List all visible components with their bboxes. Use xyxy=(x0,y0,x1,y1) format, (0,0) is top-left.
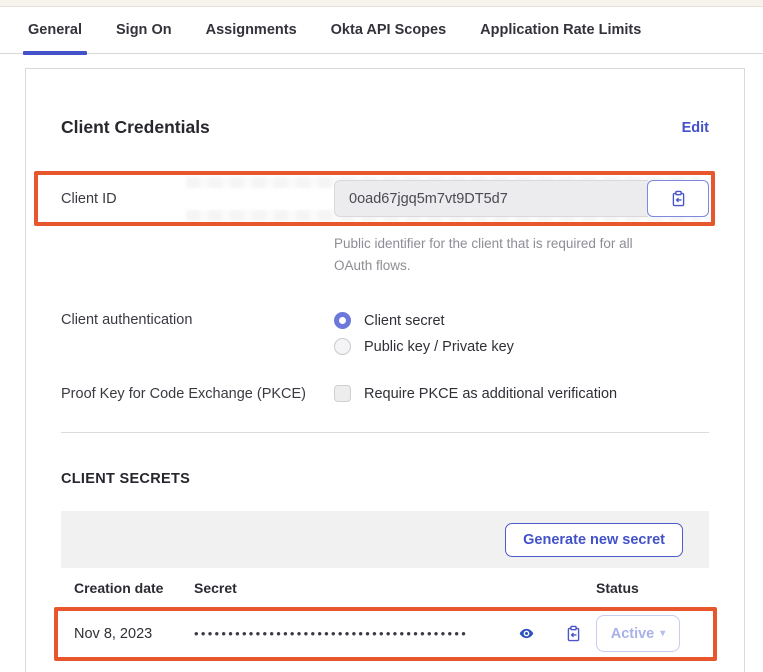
pkce-label: Proof Key for Code Exchange (PKCE) xyxy=(61,386,334,402)
pkce-checkbox-option[interactable]: Require PKCE as additional verification xyxy=(334,385,617,402)
client-id-input[interactable] xyxy=(334,180,648,217)
client-secrets-table: Generate new secret Creation date Secret… xyxy=(61,511,709,658)
tab-general[interactable]: General xyxy=(28,7,82,54)
pkce-row: Proof Key for Code Exchange (PKCE) Requi… xyxy=(61,385,709,402)
radio-selected-icon[interactable] xyxy=(334,312,351,329)
secret-cell: •••••••••••••••••••••••••••••••••••••••• xyxy=(194,623,596,644)
pkce-checkbox-label: Require PKCE as additional verification xyxy=(364,386,617,402)
status-dropdown-button[interactable]: Active ▾ xyxy=(596,615,680,652)
tab-sign-on[interactable]: Sign On xyxy=(116,7,172,54)
tab-assignments[interactable]: Assignments xyxy=(206,7,297,54)
client-authentication-label: Client authentication xyxy=(61,312,334,328)
column-header-creation-date: Creation date xyxy=(74,580,194,596)
secrets-table-header-row: Creation date Secret Status xyxy=(61,568,709,609)
column-header-status: Status xyxy=(596,580,693,596)
reveal-secret-button[interactable] xyxy=(516,623,537,644)
masked-secret-value: •••••••••••••••••••••••••••••••••••••••• xyxy=(194,626,512,641)
radio-unselected-icon[interactable] xyxy=(334,338,351,355)
client-id-input-group xyxy=(334,180,709,217)
column-header-secret: Secret xyxy=(194,580,596,596)
tab-application-rate-limits[interactable]: Application Rate Limits xyxy=(480,7,641,54)
checkbox-unchecked-icon[interactable] xyxy=(334,385,351,402)
edit-link[interactable]: Edit xyxy=(682,120,709,136)
secrets-table-toolbar: Generate new secret xyxy=(61,511,709,568)
tab-okta-api-scopes[interactable]: Okta API Scopes xyxy=(331,7,447,54)
copy-secret-button[interactable] xyxy=(563,623,584,644)
radio-label: Public key / Private key xyxy=(364,339,514,355)
client-id-label: Client ID xyxy=(61,191,334,207)
secret-table-row: Nov 8, 2023 ••••••••••••••••••••••••••••… xyxy=(61,609,709,658)
radio-option-client-secret[interactable]: Client secret xyxy=(334,312,514,329)
general-settings-card: Client Credentials Edit Client ID Public… xyxy=(25,68,745,672)
status-label: Active xyxy=(611,626,655,642)
copy-client-id-button[interactable] xyxy=(647,180,709,217)
clipboard-copy-icon xyxy=(565,625,582,642)
clipboard-copy-icon xyxy=(670,190,687,207)
radio-label: Client secret xyxy=(364,313,445,329)
client-authentication-row: Client authentication Client secret Publ… xyxy=(61,312,709,355)
secret-status-cell: Active ▾ xyxy=(596,615,693,652)
client-secrets-title: CLIENT SECRETS xyxy=(61,471,709,487)
client-credentials-header: Client Credentials Edit xyxy=(61,117,709,138)
client-authentication-options: Client secret Public key / Private key xyxy=(334,312,514,355)
secret-creation-date: Nov 8, 2023 xyxy=(74,626,194,642)
eye-icon xyxy=(518,625,535,642)
client-id-row: Client ID xyxy=(61,172,709,225)
radio-option-public-private-key[interactable]: Public key / Private key xyxy=(334,338,514,355)
generate-new-secret-button[interactable]: Generate new secret xyxy=(505,523,683,557)
chevron-down-icon: ▾ xyxy=(660,628,665,639)
client-id-help-text: Public identifier for the client that is… xyxy=(334,233,664,276)
client-credentials-title: Client Credentials xyxy=(61,117,210,138)
app-tab-bar: General Sign On Assignments Okta API Sco… xyxy=(0,7,763,54)
section-divider xyxy=(61,432,709,433)
